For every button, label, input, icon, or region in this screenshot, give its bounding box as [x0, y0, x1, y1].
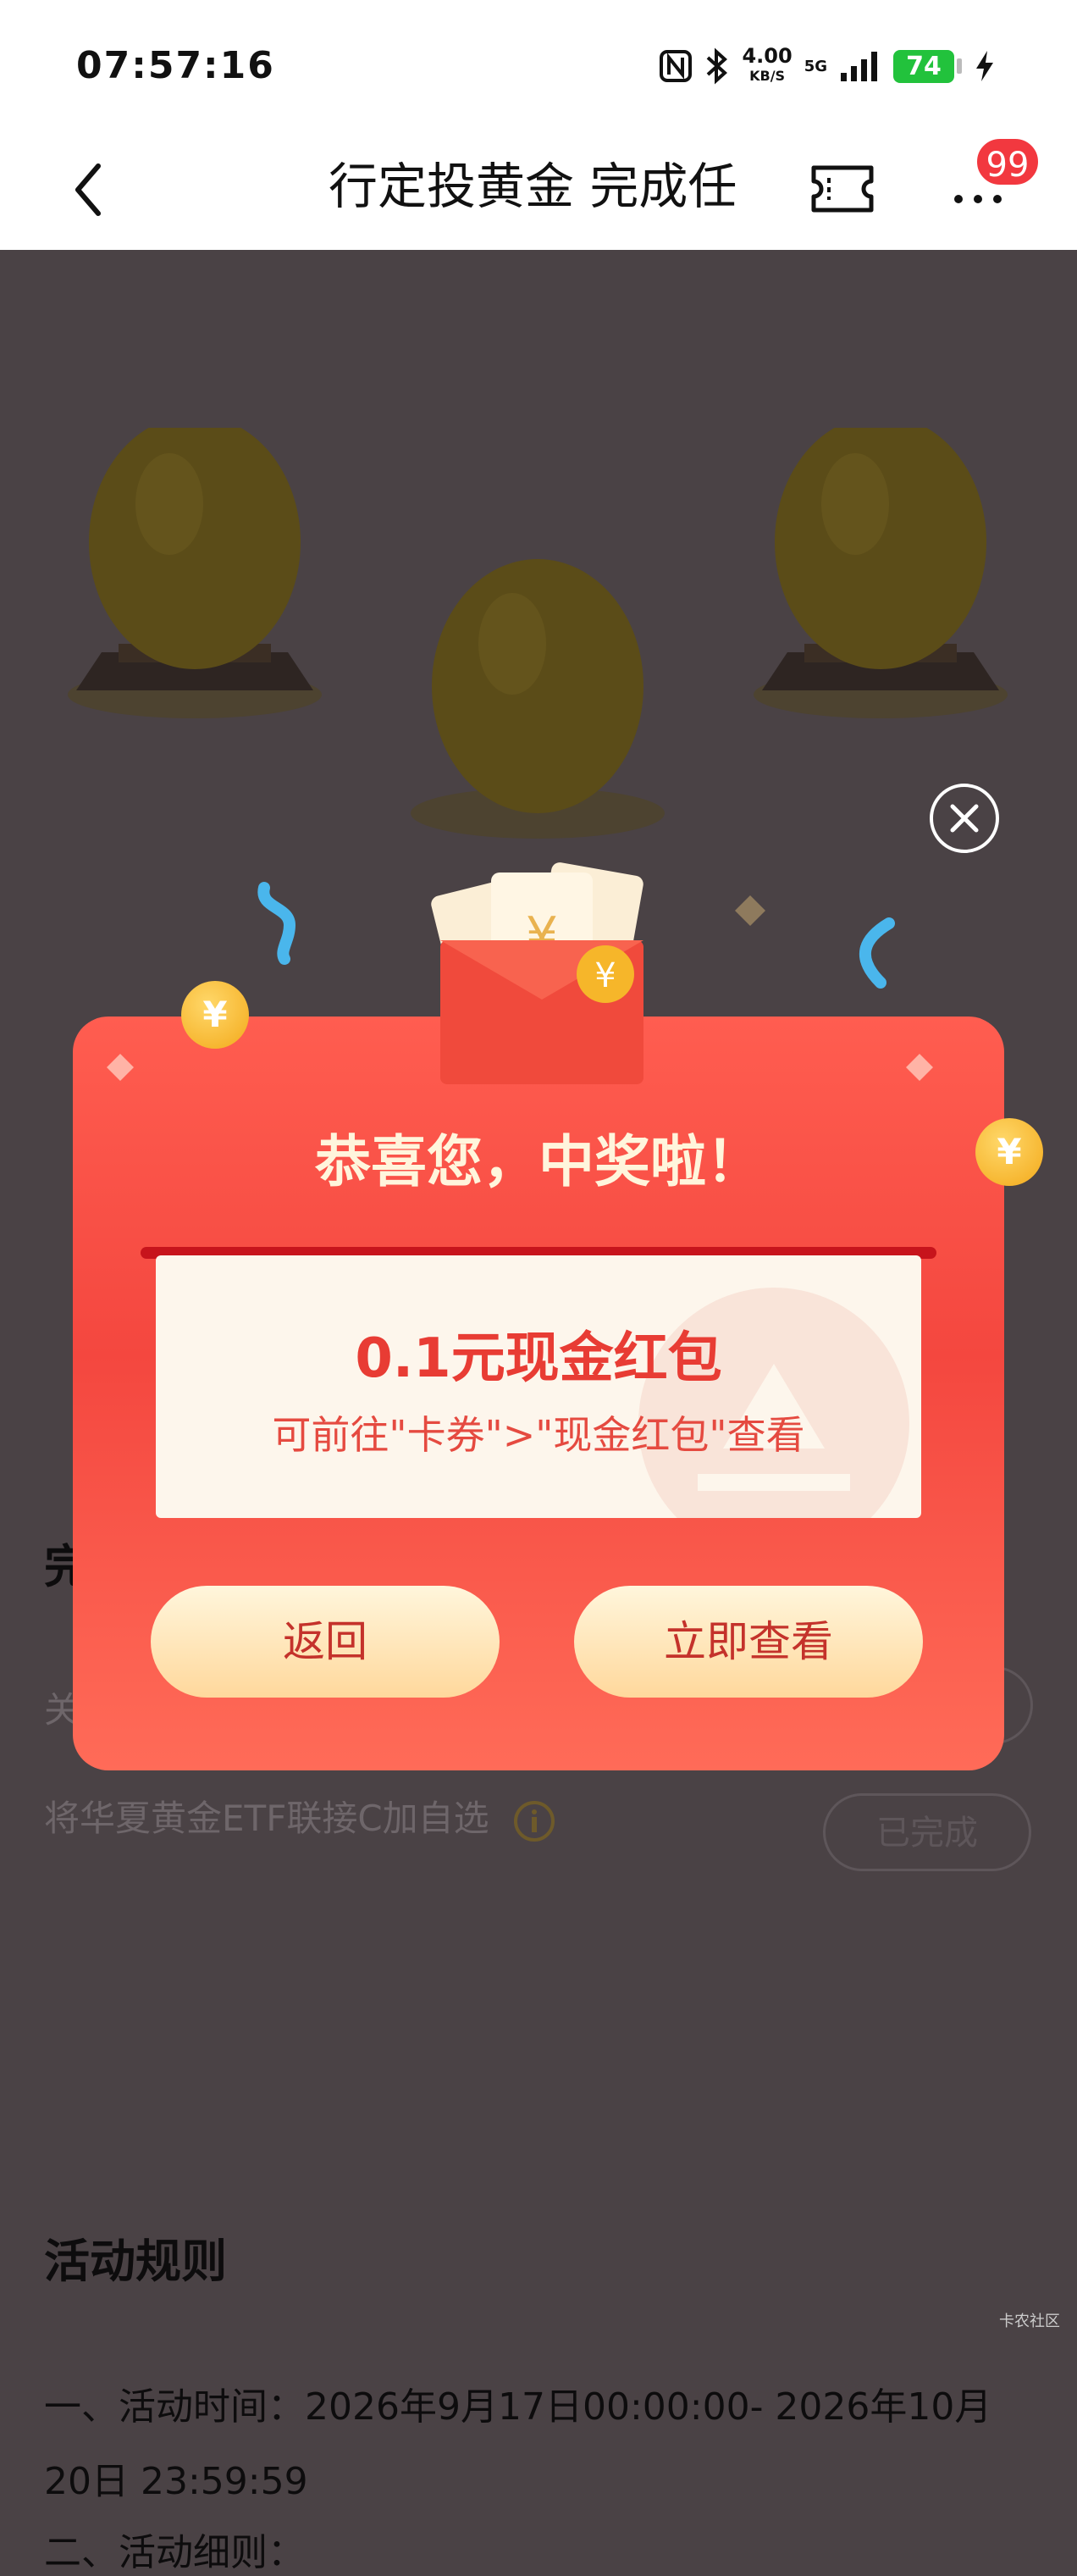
network-type: 5G	[804, 57, 827, 75]
net-speed-unit: KB/S	[749, 68, 786, 84]
back-button[interactable]: 返回	[151, 1586, 500, 1698]
golden-egg-left	[68, 428, 322, 718]
clock: 07:57:16	[76, 44, 275, 87]
close-icon	[950, 804, 979, 833]
battery-level: 74	[893, 49, 954, 83]
bluetooth-icon	[707, 47, 728, 85]
red-envelope-icon: ¥ ¥	[431, 862, 643, 1084]
net-speed-value: 4.00	[742, 44, 793, 68]
signal-icon	[841, 52, 877, 81]
confetti-diamond-icon	[735, 895, 765, 926]
confetti-ribbon-blue-right	[859, 917, 895, 989]
coin-icon-partial: ¥	[975, 1118, 1043, 1186]
status-icons: 4.00 KB/S 5G 74	[659, 46, 996, 86]
nav-bar: 行定投黄金 完成任 99	[0, 127, 1077, 250]
rule-line: 一、活动时间：2026年9月17日00:00:00- 2026年10月	[44, 2385, 992, 2429]
view-now-button[interactable]: 立即查看	[574, 1586, 923, 1698]
ticket-icon[interactable]	[809, 161, 876, 217]
notification-badge: 99	[974, 136, 1041, 188]
status-bar: 07:57:16 4.00 KB/S 5G 74	[0, 0, 1077, 127]
page-title: 行定投黄金 完成任	[329, 158, 737, 215]
golden-egg-right	[754, 428, 1008, 718]
svg-text:¥: ¥	[594, 956, 616, 995]
task-status-button[interactable]: 已完成	[823, 1793, 1031, 1871]
rules-title: 活动规则	[44, 2235, 227, 2288]
confetti-ribbon-blue-left	[257, 882, 296, 965]
rule-line: 二、活动细则：	[44, 2531, 305, 2574]
sparkle-diamond-icon	[107, 1054, 134, 1081]
watermark: 卡农社区	[999, 2313, 1060, 2330]
close-modal-button[interactable]	[930, 784, 999, 853]
back-arrow-icon[interactable]	[64, 156, 115, 224]
nfc-icon	[660, 50, 693, 82]
golden-egg-center	[411, 559, 665, 839]
coin-icon: ¥	[181, 981, 249, 1049]
charging-icon	[976, 51, 993, 81]
prize-modal: 恭喜您，中奖啦！ 0.1元现金红包 可前往"卡券">"现金红包"查看 返回 立即…	[73, 1017, 1004, 1770]
prize-card: 0.1元现金红包 可前往"卡券">"现金红包"查看	[156, 1255, 921, 1518]
prize-amount: 0.1元现金红包	[355, 1327, 722, 1390]
prize-hint: 可前往"卡券">"现金红包"查看	[272, 1412, 805, 1458]
net-speed: 4.00 KB/S	[742, 46, 792, 86]
info-icon[interactable]	[512, 1799, 556, 1843]
rule-line: 20日 23:59:59	[44, 2460, 308, 2503]
task-row: 将华夏黄金ETF联接C加自选	[44, 1790, 556, 1843]
battery-icon: 74	[893, 49, 962, 83]
task-label: 将华夏黄金ETF联接C加自选	[44, 1798, 489, 1839]
modal-title: 恭喜您，中奖啦！	[315, 1129, 762, 1194]
sparkle-diamond-icon	[906, 1054, 933, 1081]
